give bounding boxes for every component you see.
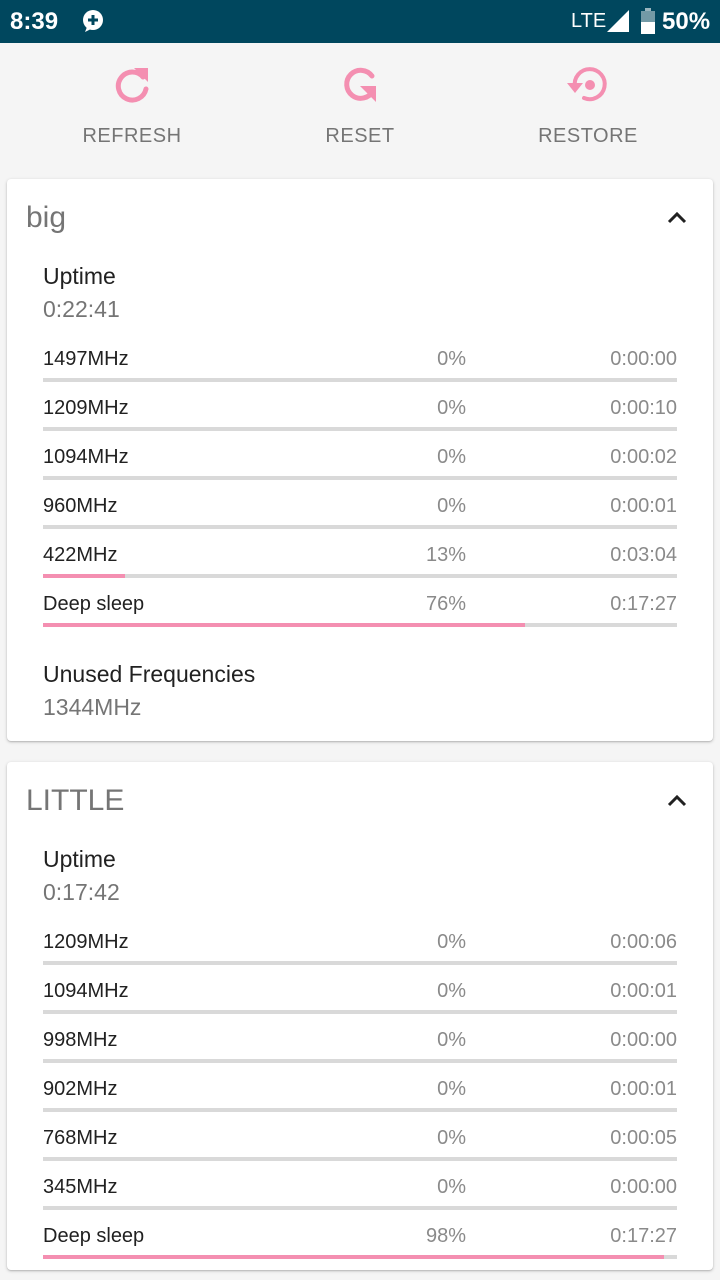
uptime-label: Uptime	[43, 846, 116, 872]
network-type: LTE	[571, 10, 607, 32]
frequency-time: 0:00:00	[610, 348, 677, 370]
refresh-button[interactable]: REFRESH	[32, 43, 232, 171]
usage-bar	[43, 574, 677, 578]
status-time: 8:39	[10, 8, 59, 35]
reset-icon	[344, 67, 376, 102]
frequency-time: 0:03:04	[610, 544, 677, 566]
refresh-label: REFRESH	[82, 125, 182, 147]
usage-bar-fill	[43, 1255, 665, 1259]
restore-icon	[567, 67, 607, 102]
frequency-time: 0:00:01	[610, 495, 677, 517]
restore-label: RESTORE	[538, 125, 638, 147]
restore-button[interactable]: RESTORE	[488, 43, 688, 171]
frequency-time: 0:00:02	[610, 446, 677, 468]
chat-notification-icon	[83, 10, 103, 32]
frequency-label: 998MHz	[43, 1029, 118, 1051]
frequency-time: 0:00:00	[610, 1029, 677, 1051]
status-bar: 8:39 LTE 50%	[0, 0, 720, 43]
uptime-label: Uptime	[43, 263, 116, 289]
frequency-time: 0:17:27	[610, 1225, 677, 1247]
usage-bar	[43, 1255, 677, 1259]
frequency-row: 1094MHz 0% 0:00:02	[43, 446, 677, 486]
frequency-time: 0:00:01	[610, 980, 677, 1002]
frequency-label: 1209MHz	[43, 397, 129, 419]
reset-label: RESET	[325, 125, 395, 147]
frequency-percent: 98%	[425, 1225, 466, 1247]
frequency-row: 345MHz 0% 0:00:00	[43, 1176, 677, 1216]
usage-bar	[43, 961, 677, 965]
frequency-label: 1094MHz	[43, 980, 129, 1002]
frequency-time: 0:00:06	[610, 931, 677, 953]
frequency-time: 0:00:01	[610, 1078, 677, 1100]
frequency-time: 0:00:05	[610, 1127, 677, 1149]
refresh-icon	[115, 68, 149, 103]
action-toolbar: REFRESH RESET RESTORE	[0, 43, 720, 171]
frequency-label: 902MHz	[43, 1078, 118, 1100]
usage-bar	[43, 525, 677, 529]
frequency-row: 960MHz 0% 0:00:01	[43, 495, 677, 535]
frequency-label: Deep sleep	[43, 1225, 145, 1247]
frequency-label: 345MHz	[43, 1176, 118, 1198]
usage-bar	[43, 427, 677, 431]
usage-bar	[43, 1108, 677, 1112]
reset-button[interactable]: RESET	[260, 43, 460, 171]
frequency-label: Deep sleep	[43, 593, 145, 615]
frequency-label: 768MHz	[43, 1127, 118, 1149]
unused-frequencies-label: Unused Frequencies	[43, 661, 256, 687]
frequency-row: 1094MHz 0% 0:00:01	[43, 980, 677, 1020]
frequency-row: 1497MHz 0% 0:00:00	[43, 348, 677, 388]
frequency-percent: 76%	[425, 593, 466, 615]
frequency-percent: 0%	[437, 1029, 466, 1051]
battery-percent: 50%	[662, 8, 711, 35]
frequency-percent: 0%	[437, 1176, 466, 1198]
battery-icon	[641, 8, 655, 34]
signal-icon	[607, 10, 629, 32]
frequency-row: 998MHz 0% 0:00:00	[43, 1029, 677, 1069]
frequency-percent: 13%	[425, 544, 466, 566]
frequency-row: Deep sleep 76% 0:17:27	[43, 593, 677, 633]
frequency-label: 1497MHz	[43, 348, 129, 370]
chevron-up-icon[interactable]	[663, 205, 691, 229]
usage-bar	[43, 1059, 677, 1063]
frequency-label: 960MHz	[43, 495, 118, 517]
uptime-value: 0:17:42	[43, 879, 120, 905]
cluster-card-big: big Uptime 0:22:41 1497MHz 0% 0:00:00 12…	[7, 179, 713, 741]
usage-bar	[43, 378, 677, 382]
frequency-percent: 0%	[437, 1127, 466, 1149]
frequency-time: 0:00:00	[610, 1176, 677, 1198]
chevron-up-icon[interactable]	[663, 788, 691, 812]
usage-bar	[43, 1206, 677, 1210]
frequency-percent: 0%	[437, 348, 466, 370]
frequency-percent: 0%	[437, 980, 466, 1002]
usage-bar	[43, 1010, 677, 1014]
cluster-title: LITTLE	[26, 784, 125, 817]
frequency-percent: 0%	[437, 397, 466, 419]
frequency-row: 902MHz 0% 0:00:01	[43, 1078, 677, 1118]
frequency-row: 1209MHz 0% 0:00:06	[43, 931, 677, 971]
cluster-card-little: LITTLE Uptime 0:17:42 1209MHz 0% 0:00:06…	[7, 762, 713, 1270]
frequency-row: 422MHz 13% 0:03:04	[43, 544, 677, 584]
frequency-percent: 0%	[437, 495, 466, 517]
frequency-label: 422MHz	[43, 544, 118, 566]
frequency-label: 1209MHz	[43, 931, 129, 953]
frequency-row: 1209MHz 0% 0:00:10	[43, 397, 677, 437]
uptime-value: 0:22:41	[43, 296, 120, 322]
cluster-title: big	[26, 201, 67, 234]
usage-bar-fill	[43, 623, 525, 627]
unused-frequencies-value: 1344MHz	[43, 694, 142, 720]
frequency-label: 1094MHz	[43, 446, 129, 468]
frequency-time: 0:00:10	[610, 397, 677, 419]
usage-bar	[43, 1157, 677, 1161]
frequency-percent: 0%	[437, 931, 466, 953]
frequency-time: 0:17:27	[610, 593, 677, 615]
frequency-percent: 0%	[437, 446, 466, 468]
frequency-percent: 0%	[437, 1078, 466, 1100]
frequency-row: 768MHz 0% 0:00:05	[43, 1127, 677, 1167]
frequency-row: Deep sleep 98% 0:17:27	[43, 1225, 677, 1265]
usage-bar-fill	[43, 574, 126, 578]
usage-bar	[43, 476, 677, 480]
usage-bar	[43, 623, 677, 627]
